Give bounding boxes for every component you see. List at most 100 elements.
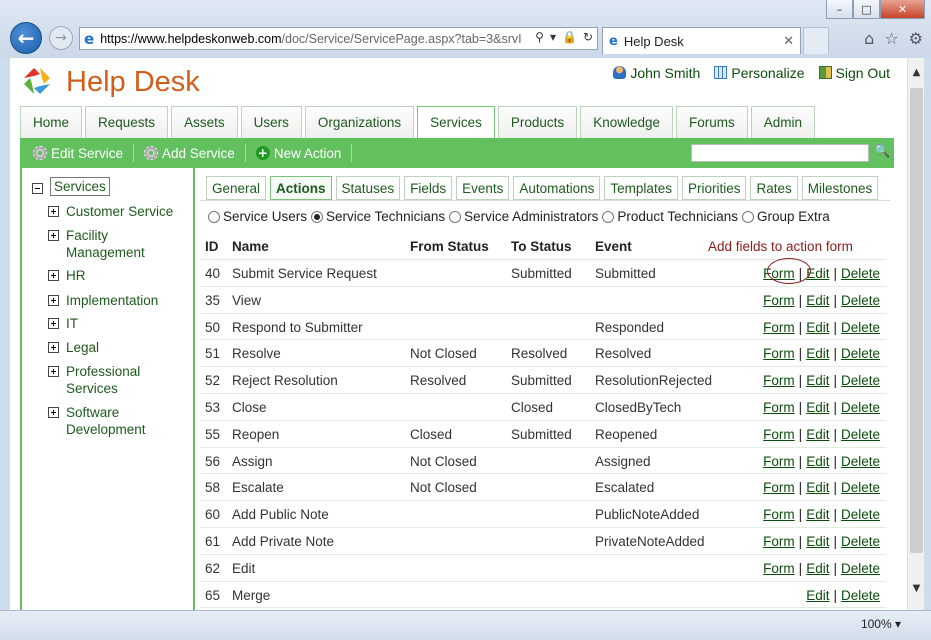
- lock-icon[interactable]: 🔒: [562, 30, 577, 44]
- delete-link[interactable]: Delete: [841, 454, 880, 469]
- header-id[interactable]: ID: [205, 239, 219, 254]
- delete-link[interactable]: Delete: [841, 588, 880, 603]
- tab-products[interactable]: Products: [497, 106, 578, 138]
- form-link[interactable]: Form: [763, 454, 795, 469]
- tab-knowledge[interactable]: Knowledge: [580, 106, 673, 138]
- edit-link[interactable]: Edit: [806, 373, 829, 388]
- header-from-status[interactable]: From Status: [410, 239, 489, 254]
- user-link[interactable]: John Smith: [613, 65, 700, 81]
- form-link[interactable]: Form: [763, 534, 795, 549]
- minimize-icon[interactable]: –: [826, 0, 853, 19]
- subtab-automations[interactable]: Automations: [513, 176, 601, 200]
- edit-link[interactable]: Edit: [806, 293, 829, 308]
- delete-link[interactable]: Delete: [841, 373, 880, 388]
- gear-icon[interactable]: ⚙: [909, 29, 923, 48]
- tree-item-label[interactable]: IT: [66, 315, 176, 332]
- delete-link[interactable]: Delete: [841, 266, 880, 281]
- star-icon[interactable]: ☆: [884, 29, 898, 48]
- form-link[interactable]: Form: [763, 427, 795, 442]
- subtab-statuses[interactable]: Statuses: [335, 176, 401, 200]
- delete-link[interactable]: Delete: [841, 400, 880, 415]
- tree-item-label[interactable]: Implementation: [66, 292, 176, 309]
- dropdown-icon[interactable]: ▾: [550, 30, 556, 44]
- expand-icon[interactable]: [48, 407, 59, 418]
- tree-item-label[interactable]: Customer Service: [66, 203, 176, 220]
- scroll-down-icon[interactable]: ▼: [908, 580, 925, 597]
- new-action-button[interactable]: + New Action: [255, 144, 353, 162]
- tab-forums[interactable]: Forums: [676, 106, 748, 138]
- subtab-templates[interactable]: Templates: [604, 176, 678, 200]
- radio-button[interactable]: [602, 210, 615, 223]
- edit-link[interactable]: Edit: [806, 320, 829, 335]
- subtab-rates[interactable]: Rates: [750, 176, 798, 200]
- header-to-status[interactable]: To Status: [511, 239, 572, 254]
- maximize-icon[interactable]: □: [853, 0, 880, 19]
- radio-service-users[interactable]: Service Users: [208, 209, 307, 224]
- delete-link[interactable]: Delete: [841, 534, 880, 549]
- tree-root-label[interactable]: Services: [50, 177, 110, 196]
- zoom-level[interactable]: 100% ▾: [861, 617, 901, 631]
- personalize-link[interactable]: Personalize: [714, 65, 805, 81]
- tab-requests[interactable]: Requests: [85, 106, 169, 138]
- tab-admin[interactable]: Admin: [750, 106, 816, 138]
- expand-icon[interactable]: [48, 270, 59, 281]
- radio-button[interactable]: [208, 210, 220, 223]
- header-name[interactable]: Name: [232, 239, 269, 254]
- form-link[interactable]: Form: [763, 400, 795, 415]
- new-tab-button[interactable]: [803, 27, 829, 54]
- expand-icon[interactable]: [48, 295, 59, 306]
- header-event[interactable]: Event: [595, 239, 632, 254]
- sign-out-link[interactable]: Sign Out: [818, 65, 890, 81]
- tab-close-icon[interactable]: ✕: [783, 34, 794, 49]
- radio-button[interactable]: [449, 210, 462, 223]
- search-input[interactable]: [691, 144, 869, 162]
- tab-assets[interactable]: Assets: [171, 106, 238, 138]
- form-link[interactable]: Form: [763, 320, 795, 335]
- collapse-icon[interactable]: [32, 182, 43, 194]
- form-link[interactable]: Form: [763, 373, 795, 388]
- form-link[interactable]: Form: [763, 266, 795, 281]
- delete-link[interactable]: Delete: [841, 480, 880, 495]
- back-button[interactable]: ←: [10, 22, 42, 54]
- tree-item-label[interactable]: Facility Management: [66, 227, 156, 261]
- expand-icon[interactable]: [48, 318, 59, 329]
- subtab-events[interactable]: Events: [456, 176, 510, 200]
- tab-organizations[interactable]: Organizations: [304, 106, 415, 138]
- tree-item-label[interactable]: Software Development: [66, 404, 156, 438]
- home-icon[interactable]: ⌂: [864, 29, 874, 48]
- tab-home[interactable]: Home: [20, 106, 83, 138]
- tab-services[interactable]: Services: [417, 106, 495, 138]
- delete-link[interactable]: Delete: [841, 561, 880, 576]
- radio-product-technicians[interactable]: Product Technicians: [602, 209, 738, 224]
- add-service-button[interactable]: Add Service: [144, 144, 246, 162]
- search-icon[interactable]: ⚲: [535, 30, 544, 44]
- radio-service-technicians[interactable]: Service Technicians: [311, 209, 445, 224]
- tree-item-label[interactable]: HR: [66, 267, 176, 284]
- browser-tab[interactable]: e Help Desk ✕: [602, 27, 801, 54]
- delete-link[interactable]: Delete: [841, 320, 880, 335]
- edit-service-button[interactable]: Edit Service: [33, 144, 135, 162]
- edit-link[interactable]: Edit: [806, 346, 829, 361]
- delete-link[interactable]: Delete: [841, 427, 880, 442]
- form-link[interactable]: Form: [763, 346, 795, 361]
- subtab-actions[interactable]: Actions: [270, 176, 332, 200]
- edit-link[interactable]: Edit: [806, 480, 829, 495]
- edit-link[interactable]: Edit: [806, 588, 829, 603]
- form-link[interactable]: Form: [763, 507, 795, 522]
- delete-link[interactable]: Delete: [841, 346, 880, 361]
- radio-button[interactable]: [741, 210, 754, 223]
- delete-link[interactable]: Delete: [841, 507, 880, 522]
- expand-icon[interactable]: [48, 366, 59, 377]
- form-link[interactable]: Form: [763, 480, 795, 495]
- edit-link[interactable]: Edit: [806, 507, 829, 522]
- expand-icon[interactable]: [48, 230, 59, 241]
- subtab-fields[interactable]: Fields: [404, 176, 453, 200]
- edit-link[interactable]: Edit: [806, 266, 829, 281]
- tab-users[interactable]: Users: [240, 106, 302, 138]
- scroll-up-icon[interactable]: ▲: [908, 64, 925, 81]
- edit-link[interactable]: Edit: [806, 454, 829, 469]
- edit-link[interactable]: Edit: [806, 400, 829, 415]
- edit-link[interactable]: Edit: [806, 534, 829, 549]
- radio-group-extra[interactable]: Group Extra: [741, 209, 830, 224]
- refresh-icon[interactable]: ↻: [583, 30, 593, 44]
